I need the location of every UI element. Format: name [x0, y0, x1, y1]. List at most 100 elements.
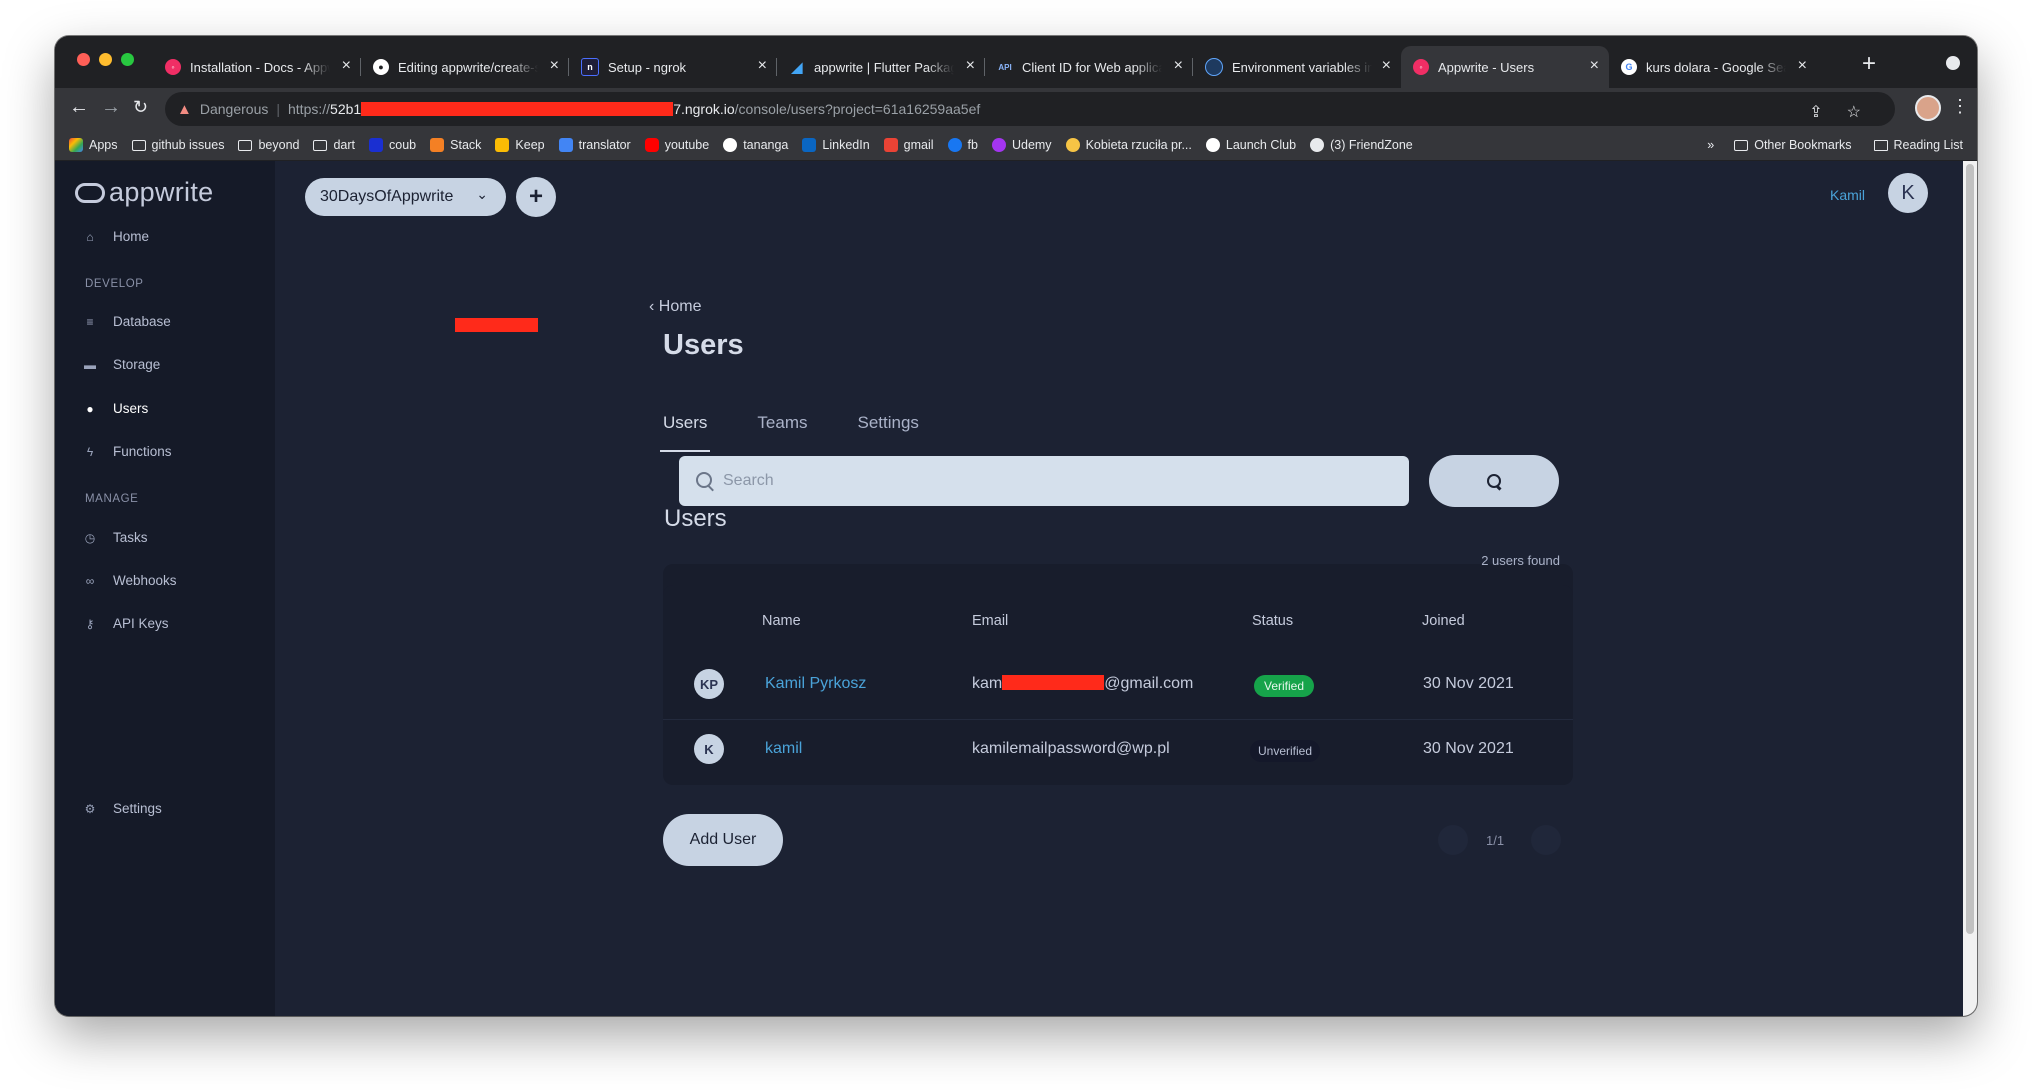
- status-badge: Unverified: [1250, 740, 1320, 762]
- project-selector[interactable]: 30DaysOfAppwrite ⌄: [305, 178, 506, 216]
- tab-search-icon[interactable]: [1946, 56, 1960, 70]
- close-tab-icon[interactable]: ×: [966, 57, 975, 75]
- tab-users[interactable]: Users: [659, 413, 711, 452]
- close-tab-icon[interactable]: ×: [550, 57, 559, 75]
- scrollbar[interactable]: [1963, 161, 1977, 1016]
- bookmark-label: coub: [389, 138, 417, 152]
- sidebar-item-users[interactable]: ● Users: [83, 401, 148, 416]
- close-tab-icon[interactable]: ×: [342, 57, 351, 75]
- bookmark-friendzone[interactable]: (3) FriendZone: [1310, 138, 1413, 152]
- bookmark-tananga[interactable]: tananga: [723, 138, 788, 152]
- sidebar: appwrite ⌂ Home DEVELOP ≡ Database ▬ Storag…: [55, 161, 275, 1016]
- user-name-link[interactable]: Kamil Pyrkosz: [765, 675, 866, 693]
- sidebar-item-home[interactable]: ⌂ Home: [83, 229, 149, 244]
- user-avatar[interactable]: K: [1888, 173, 1928, 213]
- close-tab-icon[interactable]: ×: [758, 57, 767, 75]
- browser-tab[interactable]: Environment variables in C ×: [1193, 46, 1401, 88]
- home-icon: ⌂: [86, 229, 94, 244]
- add-user-button[interactable]: Add User: [663, 814, 783, 866]
- ngrok-icon: n: [581, 58, 599, 76]
- sidebar-item-label: Functions: [113, 444, 172, 459]
- next-page-button[interactable]: [1531, 825, 1561, 855]
- bookmark-kobieta[interactable]: Kobieta rzuciła pr...: [1065, 138, 1192, 152]
- close-tab-icon[interactable]: ×: [1382, 57, 1391, 75]
- udemy-icon: [991, 138, 1006, 152]
- tab-teams[interactable]: Teams: [757, 413, 807, 433]
- add-project-button[interactable]: +: [516, 177, 556, 217]
- bookmark-folder[interactable]: dart: [313, 138, 355, 152]
- browser-tab[interactable]: ◦ Installation - Docs - Appwrite ×: [153, 46, 361, 88]
- breadcrumb[interactable]: ‹ Home: [649, 298, 701, 316]
- prev-page-button[interactable]: [1438, 825, 1468, 855]
- close-tab-icon[interactable]: ×: [1174, 57, 1183, 75]
- bookmark-youtube[interactable]: youtube: [644, 138, 710, 152]
- reload-icon[interactable]: ↻: [133, 97, 148, 118]
- bookmarks-overflow-button[interactable]: »: [1707, 138, 1714, 152]
- sidebar-item-functions[interactable]: ϟ Functions: [83, 444, 172, 459]
- bookmark-keep[interactable]: Keep: [495, 138, 545, 152]
- bookmark-gmail[interactable]: gmail: [883, 138, 934, 152]
- browser-tab[interactable]: ● Editing appwrite/create-sdk ×: [361, 46, 569, 88]
- bookmark-folder[interactable]: beyond: [238, 138, 299, 152]
- search-icon: [696, 472, 712, 488]
- browser-toolbar: ← → ↻ ▲ Dangerous | https:// 52b1 7.ngro…: [55, 88, 1977, 130]
- close-tab-icon[interactable]: ×: [1798, 57, 1807, 75]
- bookmark-translator[interactable]: translator: [558, 138, 631, 152]
- browser-tab[interactable]: G kurs dolara - Google Search ×: [1609, 46, 1817, 88]
- other-bookmarks[interactable]: Other Bookmarks: [1734, 138, 1852, 152]
- link-icon: ∞: [85, 573, 95, 588]
- sidebar-item-label: Database: [113, 314, 171, 329]
- maximize-window-button[interactable]: [121, 53, 134, 66]
- bookmark-launch-club[interactable]: Launch Club: [1205, 138, 1296, 152]
- folder-icon: [131, 139, 146, 151]
- browser-menu-icon[interactable]: ⋮: [1951, 96, 1969, 117]
- bookmark-udemy[interactable]: Udemy: [991, 138, 1052, 152]
- sidebar-item-label: API Keys: [113, 616, 169, 631]
- user-email: kamilemailpassword@wp.pl: [972, 740, 1170, 757]
- scrollbar-thumb[interactable]: [1966, 164, 1974, 934]
- sidebar-item-settings[interactable]: ⚙ Settings: [83, 801, 162, 816]
- browser-tab[interactable]: n Setup - ngrok ×: [569, 46, 777, 88]
- browser-tab[interactable]: ◢ appwrite | Flutter Package ×: [777, 46, 985, 88]
- forward-arrow-icon[interactable]: →: [101, 96, 121, 119]
- user-name-link[interactable]: kamil: [765, 740, 802, 758]
- search-button[interactable]: [1429, 455, 1559, 507]
- sidebar-item-database[interactable]: ≡ Database: [83, 314, 171, 329]
- bookmark-folder[interactable]: github issues: [131, 138, 224, 152]
- tab-settings[interactable]: Settings: [857, 413, 918, 433]
- close-tab-icon[interactable]: ×: [1590, 57, 1599, 75]
- clock-icon: ◷: [84, 530, 96, 545]
- minimize-window-button[interactable]: [99, 53, 112, 66]
- column-header-name: Name: [762, 613, 801, 629]
- bookmark-label: (3) FriendZone: [1330, 138, 1413, 152]
- bookmark-linkedin[interactable]: LinkedIn: [802, 138, 870, 152]
- sidebar-item-label: Users: [113, 401, 149, 416]
- close-window-button[interactable]: [77, 53, 90, 66]
- address-bar[interactable]: ▲ Dangerous | https:// 52b1 7.ngrok.io /…: [165, 92, 1895, 126]
- key-icon: ⚷: [85, 616, 95, 631]
- bookmark-coub[interactable]: coub: [369, 138, 416, 152]
- reading-list[interactable]: Reading List: [1873, 138, 1963, 152]
- bookmark-apps[interactable]: Apps: [69, 138, 118, 152]
- bookmark-label: youtube: [664, 138, 710, 152]
- chevron-down-icon: ⌄: [476, 186, 488, 202]
- browser-tab-active[interactable]: ◦ Appwrite - Users ×: [1401, 46, 1609, 88]
- appwrite-logo[interactable]: appwrite: [75, 177, 213, 208]
- tab-title: Client ID for Web application: [1022, 59, 1162, 75]
- bookmark-fb[interactable]: fb: [947, 138, 978, 152]
- bookmark-label: translator: [578, 138, 631, 152]
- profile-avatar[interactable]: [1915, 95, 1941, 121]
- bookmark-label: Stack: [450, 138, 482, 152]
- share-icon[interactable]: ⇪: [1809, 102, 1822, 122]
- sidebar-item-storage[interactable]: ▬ Storage: [83, 357, 160, 372]
- back-arrow-icon[interactable]: ←: [69, 96, 89, 119]
- bookmark-stack[interactable]: Stack: [430, 138, 481, 152]
- sidebar-item-webhooks[interactable]: ∞ Webhooks: [83, 573, 177, 588]
- bookmark-star-icon[interactable]: ☆: [1847, 102, 1861, 122]
- sidebar-item-tasks[interactable]: ◷ Tasks: [83, 530, 148, 545]
- new-tab-icon[interactable]: +: [1862, 50, 1876, 78]
- user-name-link[interactable]: Kamil: [1830, 187, 1865, 203]
- search-input[interactable]: [679, 456, 1409, 506]
- browser-tab[interactable]: API Client ID for Web application ×: [985, 46, 1193, 88]
- sidebar-item-api-keys[interactable]: ⚷ API Keys: [83, 616, 169, 631]
